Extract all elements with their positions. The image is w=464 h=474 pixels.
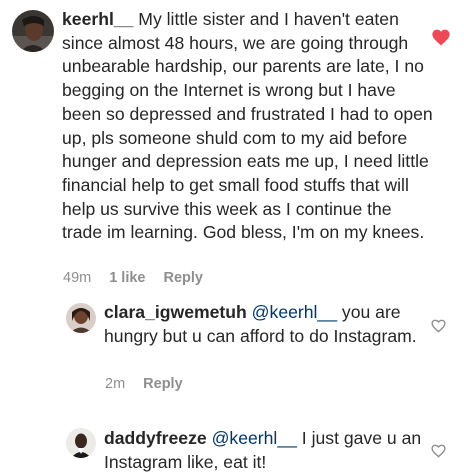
like-button[interactable] (431, 319, 446, 333)
mention-link[interactable]: @keerhl__ (252, 302, 337, 322)
comment-text: keerhl__ My little sister and I haven't … (62, 8, 434, 245)
likes-count-link[interactable]: 1 like (109, 270, 145, 286)
reply-button[interactable]: Reply (143, 376, 183, 392)
avatar[interactable] (12, 10, 54, 52)
avatar[interactable] (66, 428, 96, 458)
comment-username[interactable]: clara_igwemetuh (104, 302, 247, 322)
mention-link[interactable]: @keerhl__ (212, 428, 297, 448)
reply-button[interactable]: Reply (164, 270, 204, 286)
comment-meta: 2m Reply (105, 376, 201, 392)
comment-meta: 49m 1 like Reply (63, 270, 221, 286)
avatar[interactable] (66, 303, 96, 333)
comment-time: 2m (105, 376, 126, 392)
like-button[interactable] (431, 444, 446, 458)
comment-time: 49m (63, 270, 92, 286)
like-button[interactable] (432, 29, 450, 46)
comment-text: clara_igwemetuh @keerhl__ you are hungry… (104, 301, 422, 348)
heart-filled-icon (432, 29, 450, 46)
comment-username[interactable]: daddyfreeze (104, 428, 207, 448)
heart-outline-icon (431, 444, 446, 458)
comment-text: daddyfreeze @keerhl__ I just gave u an I… (104, 427, 422, 474)
comment-username[interactable]: keerhl__ (62, 9, 133, 29)
heart-outline-icon (431, 319, 446, 333)
comment-body: My little sister and I haven't eaten sin… (62, 9, 433, 243)
